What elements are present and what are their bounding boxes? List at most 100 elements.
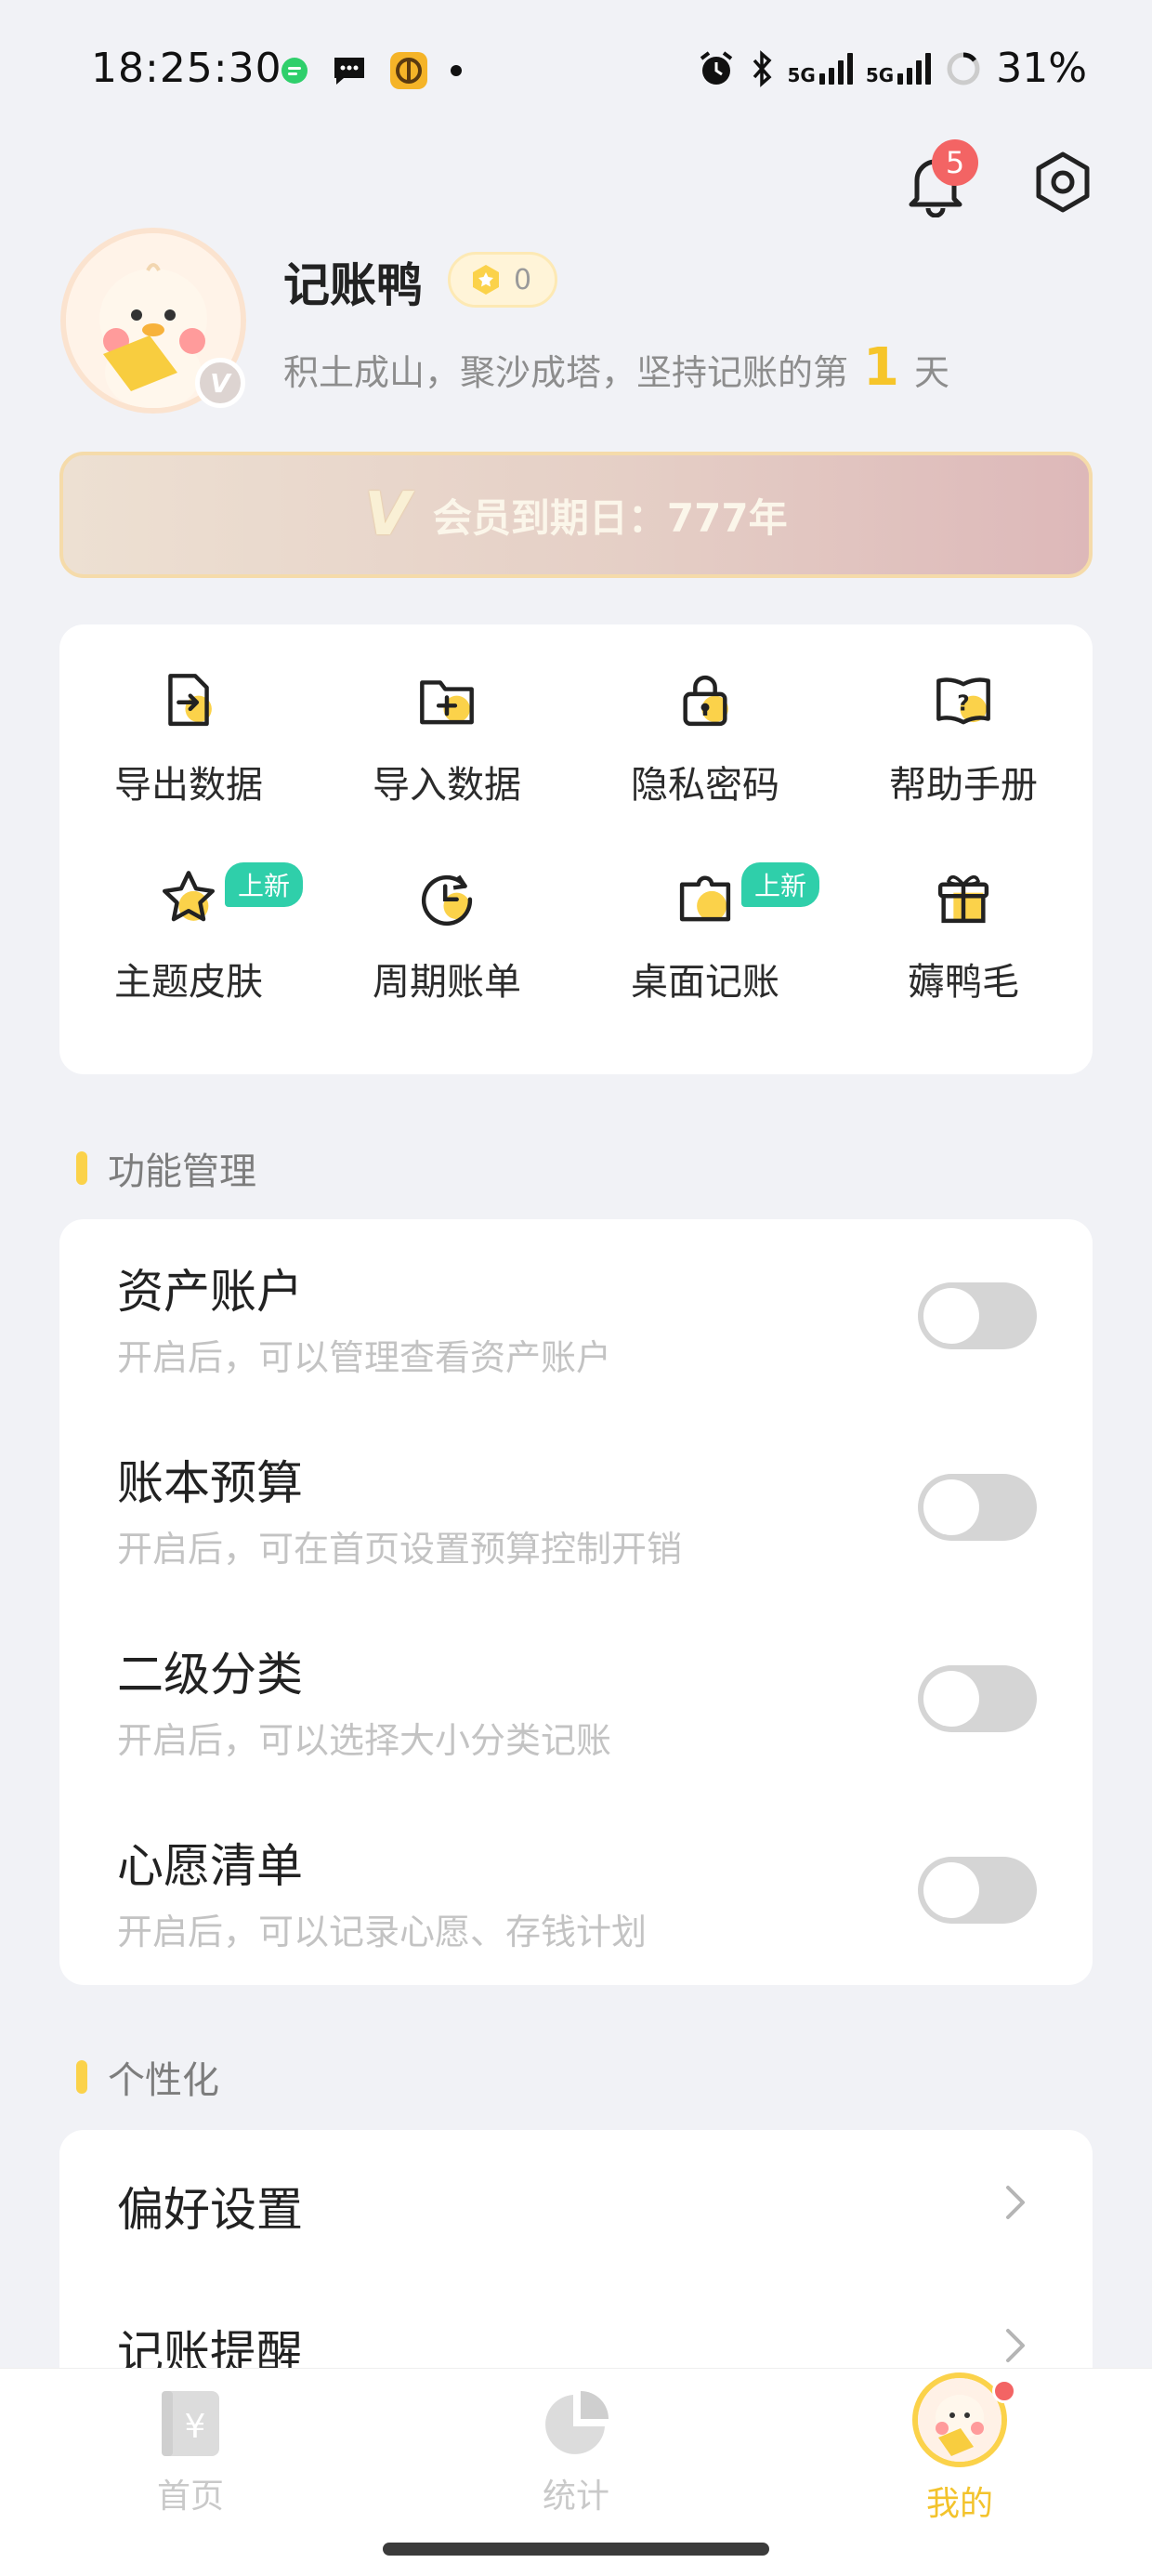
profile-header: V 记账鸭 0 积土成山，聚沙成塔，坚持记账的第 1 天 bbox=[56, 228, 1096, 414]
feature-desc: 开启后，可以管理查看资产账户 bbox=[117, 1337, 612, 1378]
settings-icon[interactable] bbox=[1031, 151, 1094, 214]
home-indicator[interactable] bbox=[383, 2543, 769, 2556]
new-badge: 上新 bbox=[225, 862, 304, 907]
battery-ring-icon bbox=[947, 52, 980, 85]
more-dot-icon bbox=[451, 65, 462, 76]
coin-icon bbox=[473, 265, 499, 295]
grid-item-recurring[interactable]: 周期账单 bbox=[318, 868, 576, 1005]
ledger-icon: ¥ bbox=[162, 2391, 219, 2456]
budget-toggle[interactable] bbox=[918, 1474, 1037, 1541]
feature-title: 资产账户 bbox=[117, 1265, 303, 1319]
vip-mark-badge: V bbox=[195, 358, 245, 408]
alarm-icon bbox=[700, 50, 732, 85]
assets-toggle[interactable] bbox=[918, 1282, 1037, 1349]
tab-me[interactable]: 我的 bbox=[867, 2372, 1053, 2525]
pie-chart-icon bbox=[545, 2391, 609, 2454]
message-icon bbox=[334, 58, 364, 85]
feature-desc: 开启后，可在首页设置预算控制开销 bbox=[117, 1529, 683, 1570]
grid-label: 隐私密码 bbox=[631, 764, 779, 807]
tab-label: 首页 bbox=[156, 2477, 224, 2516]
coin-count: 0 bbox=[514, 263, 532, 296]
toggle-knob bbox=[923, 1288, 979, 1344]
chevron-right-icon bbox=[1006, 2329, 1025, 2362]
notification-icons bbox=[279, 50, 463, 91]
import-data-icon bbox=[420, 680, 474, 725]
preferences-row[interactable]: 偏好设置 bbox=[59, 2130, 1093, 2269]
signal-5g-1: 5G bbox=[788, 52, 853, 85]
grid-item-theme[interactable]: 主题皮肤 上新 bbox=[59, 862, 318, 1005]
feature-row-assets: 资产账户 开启后，可以管理查看资产账户 bbox=[59, 1219, 1093, 1411]
feature-desc: 开启后，可以记录心愿、存钱计划 bbox=[117, 1912, 648, 1952]
section-personal-title: 个性化 bbox=[76, 2050, 219, 2104]
chevron-right-icon bbox=[1006, 2186, 1025, 2219]
grid-item-perks[interactable]: 薅鸭毛 bbox=[834, 868, 1093, 1005]
svg-text:?: ? bbox=[957, 692, 969, 716]
vip-expiry-text: 会员到期日：777年 bbox=[432, 494, 788, 541]
feature-desc: 开启后，可以选择大小分类记账 bbox=[117, 1720, 612, 1761]
feature-row-budget: 账本预算 开启后，可在首页设置预算控制开销 bbox=[59, 1411, 1093, 1602]
help-book-icon: ? bbox=[936, 677, 990, 725]
nav-label: 偏好设置 bbox=[117, 2183, 303, 2237]
nickname: 记账鸭 bbox=[283, 258, 423, 312]
toggle-knob bbox=[923, 1862, 979, 1918]
chat-app-icon bbox=[281, 58, 308, 84]
top-bar: 5 bbox=[0, 139, 1152, 223]
yen-glyph: ¥ bbox=[185, 2408, 206, 2446]
tab-label: 统计 bbox=[542, 2477, 609, 2516]
grid-item-privacy[interactable]: 隐私密码 bbox=[576, 671, 834, 808]
grid-label: 周期账单 bbox=[373, 961, 521, 1004]
section-accent-bar bbox=[76, 2060, 87, 2094]
grid-item-import[interactable]: 导入数据 bbox=[318, 671, 576, 808]
grid-label: 桌面记账 bbox=[631, 961, 779, 1004]
widget-icon bbox=[679, 875, 731, 922]
wishlist-toggle[interactable] bbox=[918, 1857, 1037, 1924]
quick-actions-card: 导出数据 导入数据 隐私密码 ? 帮助手册 主题皮肤 上新 周期账单 桌面记账 … bbox=[59, 624, 1093, 1074]
gift-icon bbox=[937, 874, 989, 924]
duck-avatar-icon bbox=[918, 2378, 1001, 2462]
lock-icon bbox=[683, 675, 728, 727]
toggle-knob bbox=[923, 1479, 979, 1535]
grid-label: 帮助手册 bbox=[889, 764, 1038, 807]
vip-banner[interactable]: V 会员到期日：777年 bbox=[59, 452, 1093, 578]
section-label: 个性化 bbox=[108, 2059, 219, 2102]
feature-title: 二级分类 bbox=[117, 1648, 303, 1702]
grid-item-help[interactable]: ? 帮助手册 bbox=[834, 671, 1093, 808]
grid-label: 薅鸭毛 bbox=[908, 961, 1019, 1004]
streak-days: 1 bbox=[863, 337, 899, 398]
new-badge: 上新 bbox=[741, 862, 820, 907]
grid-item-widget[interactable]: 桌面记账 上新 bbox=[576, 862, 834, 1005]
feature-row-wishlist: 心愿清单 开启后，可以记录心愿、存钱计划 bbox=[59, 1794, 1093, 1985]
tab-notification-dot bbox=[992, 2379, 1016, 2403]
clock-icon bbox=[421, 874, 473, 927]
grid-label: 导出数据 bbox=[114, 764, 263, 807]
subcategory-toggle[interactable] bbox=[918, 1665, 1037, 1732]
features-card: 资产账户 开启后，可以管理查看资产账户 账本预算 开启后，可在首页设置预算控制开… bbox=[59, 1219, 1093, 1985]
coin-chip[interactable]: 0 bbox=[448, 252, 557, 308]
section-features-title: 功能管理 bbox=[76, 1141, 256, 1195]
grid-label: 导入数据 bbox=[373, 764, 521, 807]
feature-title: 账本预算 bbox=[117, 1456, 303, 1510]
section-label: 功能管理 bbox=[108, 1150, 256, 1193]
tab-stats[interactable]: 统计 bbox=[483, 2387, 669, 2517]
bluetooth-icon bbox=[753, 49, 771, 87]
grid-item-export[interactable]: 导出数据 bbox=[59, 671, 318, 808]
status-bar: 18:25:30 5G 5G 31% bbox=[0, 0, 1152, 139]
notification-badge: 5 bbox=[932, 139, 978, 186]
motto-suffix: 天 bbox=[913, 352, 949, 393]
system-indicators: 5G 5G 31% bbox=[697, 45, 1087, 92]
section-accent-bar bbox=[76, 1151, 87, 1185]
toggle-knob bbox=[923, 1671, 979, 1727]
vip-logo: V bbox=[364, 480, 411, 549]
status-time: 18:25:30 bbox=[91, 45, 282, 92]
app-icon bbox=[390, 52, 427, 89]
export-data-icon bbox=[168, 674, 212, 727]
feature-row-subcategory: 二级分类 开启后，可以选择大小分类记账 bbox=[59, 1602, 1093, 1794]
tab-label: 我的 bbox=[925, 2485, 993, 2523]
signal-5g-2: 5G bbox=[866, 52, 932, 85]
motto: 积土成山，聚沙成塔，坚持记账的第 1 天 bbox=[283, 337, 949, 398]
star-icon bbox=[163, 871, 215, 922]
grid-label: 主题皮肤 bbox=[114, 961, 263, 1004]
motto-prefix: 积土成山，聚沙成塔，坚持记账的第 bbox=[283, 352, 849, 393]
feature-title: 心愿清单 bbox=[117, 1839, 303, 1893]
tab-home[interactable]: ¥ 首页 bbox=[98, 2387, 283, 2517]
